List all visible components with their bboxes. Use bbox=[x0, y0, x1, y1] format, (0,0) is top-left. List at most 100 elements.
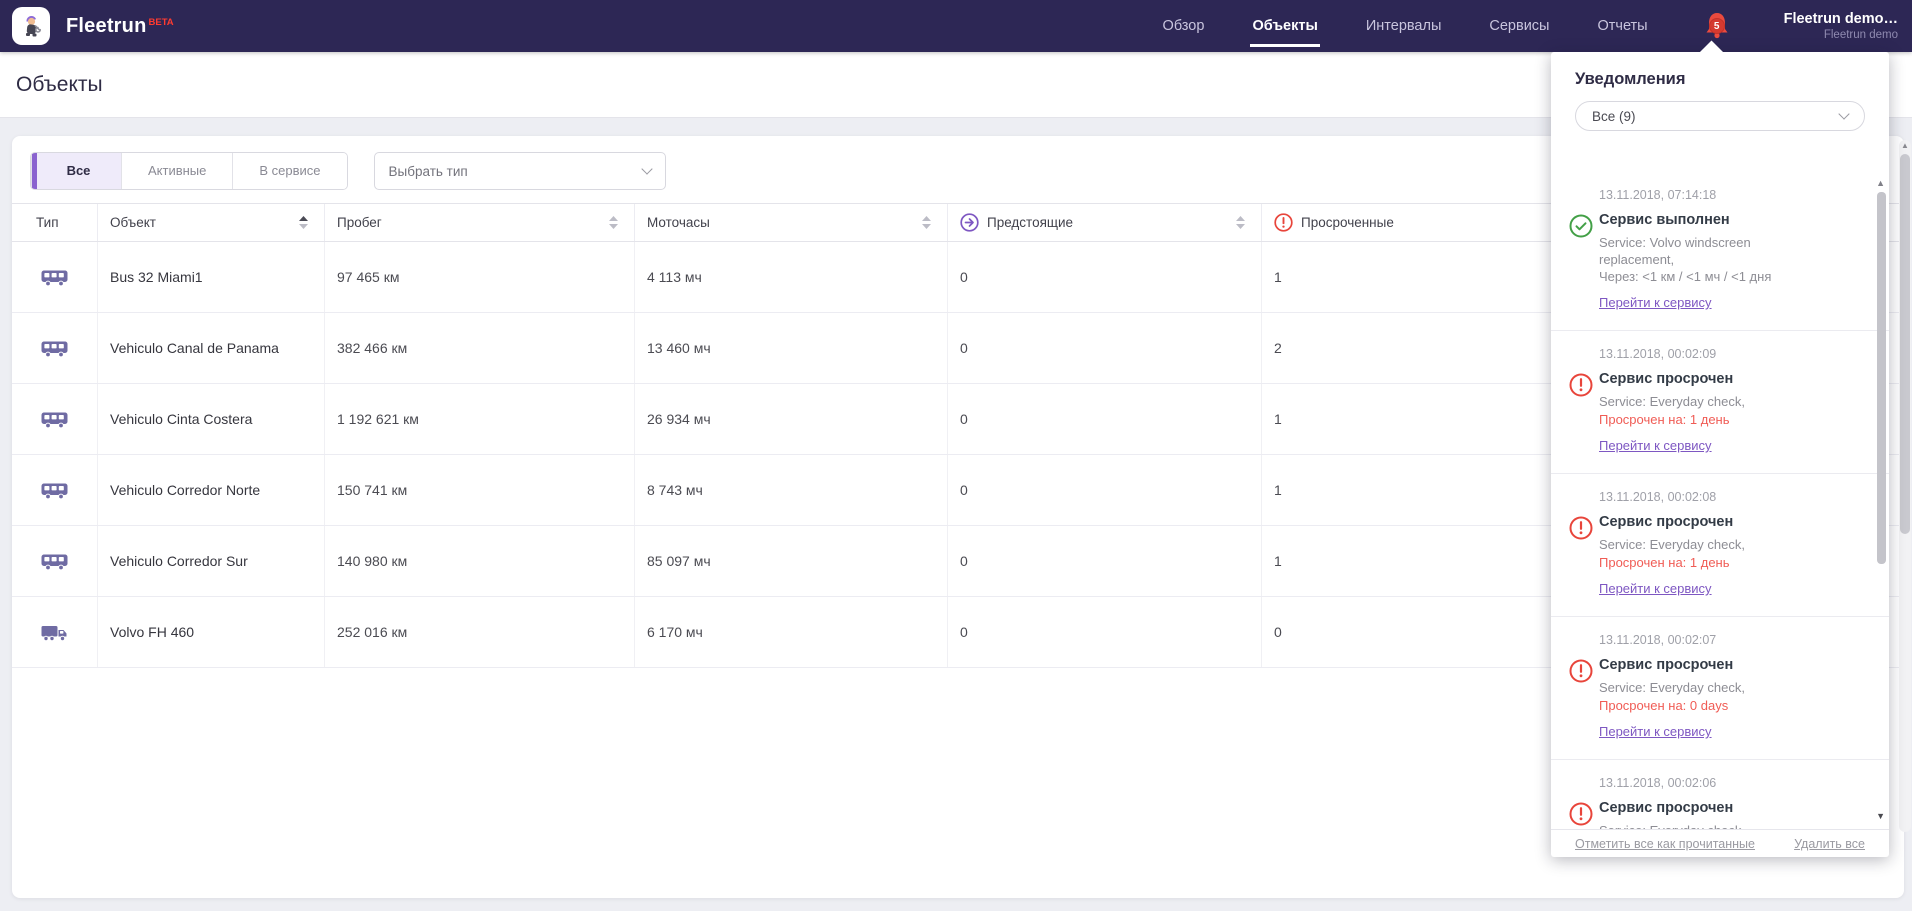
delete-all-link[interactable]: Удалить все bbox=[1794, 837, 1865, 851]
upcoming-cell: 0 bbox=[948, 597, 1262, 667]
alert-circle-icon bbox=[1569, 516, 1593, 540]
brand-name: Fleetrun bbox=[66, 15, 147, 37]
vehicle-type-cell bbox=[12, 526, 98, 596]
object-name-cell: Volvo FH 460 bbox=[98, 597, 325, 667]
mileage-cell: 1 192 621 км bbox=[325, 384, 635, 454]
status-filter-segment[interactable]: В сервисе bbox=[232, 153, 346, 189]
vehicle-type-cell bbox=[12, 455, 98, 525]
notification-item: 13.11.2018, 00:02:06 Сервис просрочен Se… bbox=[1551, 760, 1889, 829]
nav-tab[interactable]: Сервисы bbox=[1465, 0, 1573, 52]
bus-icon bbox=[41, 552, 68, 571]
object-name-cell: Vehiculo Cinta Costera bbox=[98, 384, 325, 454]
object-name-cell: Vehiculo Canal de Panama bbox=[98, 313, 325, 383]
go-to-service-link[interactable]: Перейти к сервису bbox=[1599, 724, 1712, 739]
nav-tab[interactable]: Интервалы bbox=[1342, 0, 1466, 52]
upcoming-cell: 0 bbox=[948, 313, 1262, 383]
engine-hours-cell: 85 097 мч bbox=[635, 526, 948, 596]
column-header-upcoming[interactable]: Предстоящие bbox=[948, 204, 1262, 241]
upcoming-cell: 0 bbox=[948, 384, 1262, 454]
notification-count-badge: 5 bbox=[1709, 18, 1725, 34]
list-scroll-up-arrow[interactable]: ▲ bbox=[1876, 178, 1885, 188]
engine-hours-cell: 6 170 мч bbox=[635, 597, 948, 667]
notification-service: Service: Volvo windscreen replacement, bbox=[1599, 234, 1821, 268]
notification-timestamp: 13.11.2018, 00:02:08 bbox=[1599, 490, 1865, 504]
status-filter-segment[interactable]: Активные bbox=[121, 153, 232, 189]
nav-tab[interactable]: Объекты bbox=[1228, 0, 1341, 52]
upcoming-cell: 0 bbox=[948, 526, 1262, 596]
mark-all-read-link[interactable]: Отметить все как прочитанные bbox=[1575, 837, 1755, 851]
type-select-placeholder: Выбрать тип bbox=[389, 164, 468, 179]
column-header-mileage[interactable]: Пробег bbox=[325, 204, 635, 241]
beta-badge: BETA bbox=[149, 17, 174, 28]
brand[interactable]: FleetrunBETA bbox=[50, 15, 174, 38]
notification-status bbox=[1569, 659, 1593, 683]
column-header-object[interactable]: Объект bbox=[98, 204, 325, 241]
notification-overdue-text: Просрочен на: 0 days bbox=[1599, 697, 1865, 714]
alert-circle-icon bbox=[1569, 659, 1593, 683]
bus-icon bbox=[41, 481, 68, 500]
column-label: Тип bbox=[36, 215, 59, 230]
notifications-footer: Отметить все как прочитанные Удалить все bbox=[1551, 829, 1889, 857]
truck-icon bbox=[41, 623, 68, 642]
type-select[interactable]: Выбрать тип bbox=[374, 152, 666, 190]
overdue-icon bbox=[1274, 213, 1293, 232]
nav-tab-label: Объекты bbox=[1252, 18, 1317, 34]
fleetrun-logo[interactable] bbox=[12, 7, 50, 45]
user-name: Fleetrun demo… bbox=[1784, 10, 1898, 28]
notification-status bbox=[1569, 373, 1593, 397]
notification-title: Сервис просрочен bbox=[1599, 800, 1865, 816]
user-account: Fleetrun demo bbox=[1784, 28, 1898, 42]
notification-timestamp: 13.11.2018, 00:02:07 bbox=[1599, 633, 1865, 647]
notification-timestamp: 13.11.2018, 07:14:18 bbox=[1599, 188, 1865, 202]
status-filter-segment[interactable]: Все bbox=[31, 153, 121, 189]
page-scrollbar[interactable]: ▲ bbox=[1899, 140, 1911, 832]
status-filter: Все Активные В сервисе bbox=[30, 152, 348, 190]
notifications-bell-button[interactable]: 5 bbox=[1702, 9, 1732, 43]
notifications-list: 13.11.2018, 07:14:18 Сервис выполнен Ser… bbox=[1551, 172, 1889, 829]
page-scrollbar-thumb[interactable] bbox=[1900, 154, 1910, 534]
object-name-cell: Vehiculo Corredor Sur bbox=[98, 526, 325, 596]
notification-service: Service: Everyday check, bbox=[1599, 679, 1821, 696]
segment-label: Активные bbox=[148, 163, 206, 178]
go-to-service-link[interactable]: Перейти к сервису bbox=[1599, 438, 1712, 453]
page-title: Объекты bbox=[16, 73, 103, 97]
column-label: Объект bbox=[110, 215, 156, 230]
notifications-filter-select[interactable]: Все (9) bbox=[1575, 101, 1865, 131]
go-to-service-link[interactable]: Перейти к сервису bbox=[1599, 295, 1712, 310]
nav-tab-label: Отчеты bbox=[1597, 18, 1647, 34]
notifications-filter-value: Все (9) bbox=[1592, 109, 1636, 124]
notification-status bbox=[1569, 802, 1593, 826]
column-header-engine-hours[interactable]: Моточасы bbox=[635, 204, 948, 241]
object-name-cell: Bus 32 Miami1 bbox=[98, 242, 325, 312]
column-label: Пробег bbox=[337, 215, 382, 230]
sort-icon bbox=[609, 216, 618, 229]
upcoming-icon bbox=[960, 213, 979, 232]
vehicle-type-cell bbox=[12, 597, 98, 667]
notification-item: 13.11.2018, 07:14:18 Сервис выполнен Ser… bbox=[1551, 172, 1889, 331]
check-circle-icon bbox=[1569, 214, 1593, 238]
notification-service: Service: Everyday check, bbox=[1599, 393, 1821, 410]
nav-tab[interactable]: Обзор bbox=[1139, 0, 1229, 52]
segment-label: Все bbox=[67, 163, 91, 178]
notification-overdue-text: Просрочен на: 1 день bbox=[1599, 411, 1865, 428]
mileage-cell: 140 980 км bbox=[325, 526, 635, 596]
bus-icon bbox=[41, 410, 68, 429]
chevron-down-icon bbox=[641, 163, 652, 174]
object-name-cell: Vehiculo Corredor Norte bbox=[98, 455, 325, 525]
go-to-service-link[interactable]: Перейти к сервису bbox=[1599, 581, 1712, 596]
notification-status bbox=[1569, 516, 1593, 540]
engine-hours-cell: 8 743 мч bbox=[635, 455, 948, 525]
scroll-up-arrow[interactable]: ▲ bbox=[1899, 141, 1911, 150]
list-scroll-down-arrow[interactable]: ▼ bbox=[1876, 811, 1885, 821]
upcoming-cell: 0 bbox=[948, 242, 1262, 312]
user-menu[interactable]: Fleetrun demo… Fleetrun demo bbox=[1784, 10, 1898, 43]
list-scrollbar-thumb[interactable] bbox=[1877, 192, 1886, 564]
nav-tab[interactable]: Отчеты bbox=[1573, 0, 1671, 52]
engine-hours-cell: 26 934 мч bbox=[635, 384, 948, 454]
sort-icon bbox=[922, 216, 931, 229]
mileage-cell: 382 466 км bbox=[325, 313, 635, 383]
notification-title: Сервис выполнен bbox=[1599, 212, 1865, 228]
nav-tab-label: Сервисы bbox=[1489, 18, 1549, 34]
notification-timestamp: 13.11.2018, 00:02:06 bbox=[1599, 776, 1865, 790]
alert-circle-icon bbox=[1569, 802, 1593, 826]
